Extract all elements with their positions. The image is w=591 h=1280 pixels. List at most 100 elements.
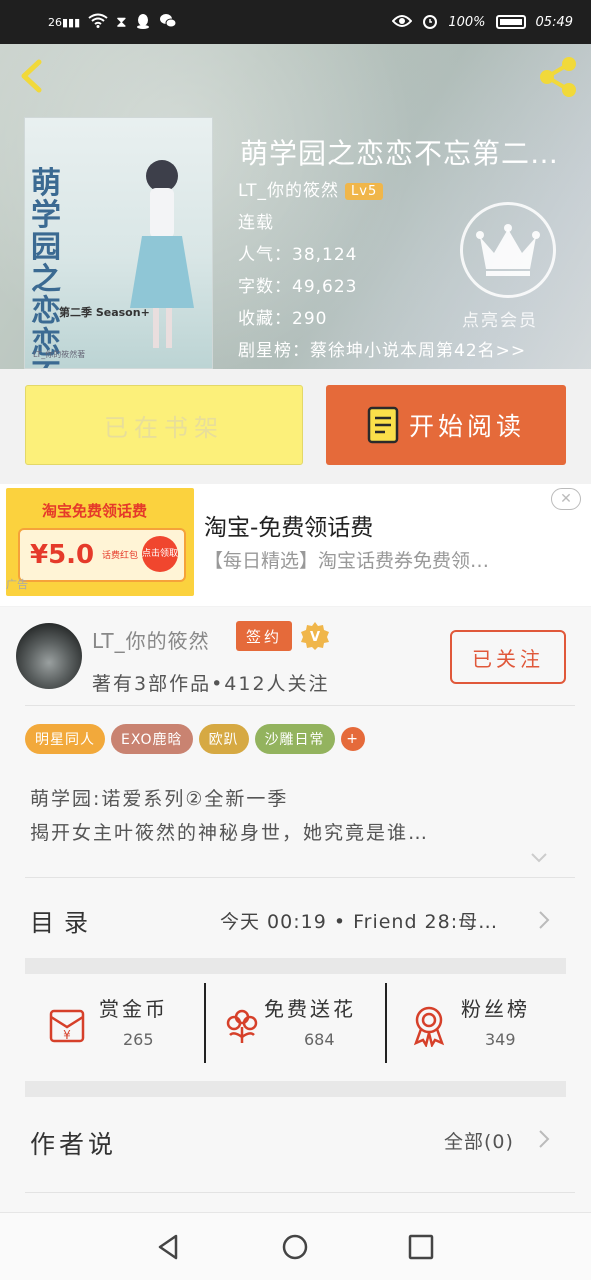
divider	[25, 705, 575, 706]
author-name[interactable]: LT_你的筱然	[92, 625, 210, 654]
flower-icon	[226, 1009, 258, 1043]
svg-text:¥: ¥	[63, 1028, 71, 1042]
action-bar: 已在书架 开始阅读	[0, 369, 591, 473]
send-flower-label: 免费送花	[264, 997, 356, 1021]
start-reading-label: 开始阅读	[408, 412, 525, 441]
book-author[interactable]: LT_你的筱然	[238, 181, 339, 201]
red-envelope-icon: ¥	[49, 1009, 85, 1043]
send-flower-button[interactable]: 免费送花 684	[204, 983, 385, 1063]
table-of-contents-label[interactable]: 目录	[30, 903, 98, 938]
svg-text:V: V	[310, 630, 320, 645]
description-line: 揭开女主叶筱然的神秘身世，她究竟是谁…	[30, 822, 430, 844]
book-status: 连载	[238, 213, 274, 233]
hourglass-icon: ⧗	[116, 12, 127, 31]
book-detail-content: LT_你的筱然 签约 V 著有3部作品•412人关注 已关注 明星同人 EXO鹿…	[0, 607, 591, 1212]
vip-label: 点亮会员	[462, 311, 538, 331]
word-count-value: 49,623	[292, 277, 358, 297]
share-button[interactable]	[535, 54, 581, 100]
network-type: 26	[48, 15, 62, 29]
ad-coupon-label: 话费红包	[102, 551, 139, 561]
add-tag-button[interactable]: +	[340, 727, 365, 751]
close-icon: ✕	[560, 491, 572, 507]
ad-title: 淘宝-免费领话费	[204, 515, 374, 541]
book-description[interactable]: 萌学园:诺爱系列②全新一季 揭开女主叶筱然的神秘身世，她究竟是谁…	[30, 782, 429, 850]
ad-image[interactable]: 淘宝免费领话费 ¥5.0 话费红包 点击领取	[6, 488, 194, 596]
cover-illustration	[130, 160, 194, 348]
stats-row: ¥ 赏金币 265 免费送花 684 粉丝榜 349	[25, 983, 566, 1063]
start-reading-button[interactable]: 开始阅读	[326, 385, 566, 465]
alarm-icon	[422, 13, 438, 32]
clock: 05:49	[535, 14, 573, 30]
collect-row: 收藏：290	[238, 304, 327, 329]
word-count-row: 字数：49,623	[238, 272, 357, 297]
reward-coin-label: 赏金币	[99, 997, 168, 1021]
ad-claim-badge: 点击领取	[142, 536, 178, 572]
book-author-row: LT_你的筱然 Lv5	[238, 176, 384, 201]
tag-item[interactable]: EXO鹿晗	[111, 724, 193, 754]
reward-coin-count: 265	[123, 1030, 154, 1049]
chevron-left-icon	[21, 59, 42, 93]
qq-icon	[135, 13, 151, 32]
back-button[interactable]	[12, 56, 52, 96]
ad-description: 【每日精选】淘宝话费券免费领…	[204, 550, 490, 572]
author-stats: 著有3部作品•412人关注	[92, 673, 330, 695]
wechat-icon	[159, 13, 177, 32]
chevron-right-icon[interactable]	[538, 1129, 550, 1149]
popularity-label: 人气：	[238, 245, 292, 265]
author-say-label[interactable]: 作者说	[30, 1125, 117, 1161]
signal-icon: 26▮▮▮	[48, 15, 81, 29]
cover-author: LT_你的筱然著	[33, 350, 86, 359]
tag-item[interactable]: 明星同人	[25, 724, 105, 754]
ad-image-title: 淘宝免费领话费	[42, 502, 148, 520]
book-icon	[367, 406, 399, 444]
tag-item[interactable]: 欧趴	[198, 724, 249, 754]
collect-label: 收藏：	[238, 309, 292, 329]
crown-icon	[476, 224, 540, 276]
word-count-label: 字数：	[238, 277, 292, 297]
book-title: 萌学园之恋恋不忘第二…	[240, 137, 560, 170]
fan-ranking-button[interactable]: 粉丝榜 349	[385, 983, 566, 1063]
popularity-value: 38,124	[292, 245, 358, 265]
ad-close-button[interactable]: ✕	[551, 488, 581, 510]
battery-percent: 100%	[448, 14, 486, 30]
nav-recents-button[interactable]	[407, 1233, 435, 1261]
bookshelf-button[interactable]: 已在书架	[25, 385, 303, 465]
nav-home-button[interactable]	[281, 1233, 309, 1261]
chevron-right-icon[interactable]	[538, 910, 550, 930]
latest-chapter[interactable]: 今天 00:19 • Friend 28:母…	[220, 907, 530, 934]
chevron-down-icon[interactable]	[530, 852, 548, 864]
medal-icon	[413, 1006, 445, 1047]
verified-v-icon: V	[301, 622, 329, 650]
vip-button[interactable]	[460, 202, 556, 298]
wifi-icon	[88, 13, 108, 31]
send-flower-count: 684	[304, 1030, 335, 1049]
battery-icon	[495, 15, 526, 29]
ad-banner[interactable]: 淘宝免费领话费 ¥5.0 话费红包 点击领取 淘宝-免费领话费 【每日精选】淘宝…	[0, 484, 591, 606]
collect-value: 290	[292, 309, 328, 329]
system-nav-bar	[0, 1212, 591, 1280]
fan-ranking-label: 粉丝榜	[461, 997, 530, 1021]
divider	[25, 1192, 575, 1193]
author-say-all-link[interactable]: 全部(0)	[444, 1127, 514, 1154]
avatar[interactable]	[16, 623, 82, 689]
reward-coin-button[interactable]: ¥ 赏金币 265	[25, 983, 204, 1063]
book-header: 萌学园之恋恋不忘 第二季 Season+ LT_你的筱然著 萌学园之恋恋不忘第二…	[0, 44, 591, 369]
nav-back-button[interactable]	[154, 1233, 182, 1261]
signed-badge: 签约	[236, 621, 292, 651]
cover-title: 萌学园之恋恋不忘	[31, 166, 61, 369]
follow-button[interactable]: 已关注	[450, 630, 566, 684]
section-band	[25, 1081, 566, 1097]
ranking-link[interactable]: 剧星榜：蔡徐坤小说本周第42名>>	[238, 336, 526, 361]
section-band	[25, 958, 566, 974]
status-bar: 26▮▮▮ ⧗ 100% 05:49	[0, 0, 591, 44]
ad-tag: 广告	[6, 578, 28, 591]
popularity-row: 人气：38,124	[238, 240, 357, 265]
tag-item[interactable]: 沙雕日常	[254, 724, 335, 754]
eye-icon	[392, 14, 413, 31]
divider	[25, 877, 575, 878]
ad-coupon: ¥5.0 话费红包 点击领取	[18, 528, 186, 582]
share-icon	[540, 57, 576, 97]
description-line: 萌学园:诺爱系列②全新一季	[30, 788, 289, 810]
book-cover[interactable]: 萌学园之恋恋不忘 第二季 Season+ LT_你的筱然著	[24, 117, 213, 369]
tag-list: 明星同人 EXO鹿晗 欧趴 沙雕日常 +	[25, 724, 365, 754]
